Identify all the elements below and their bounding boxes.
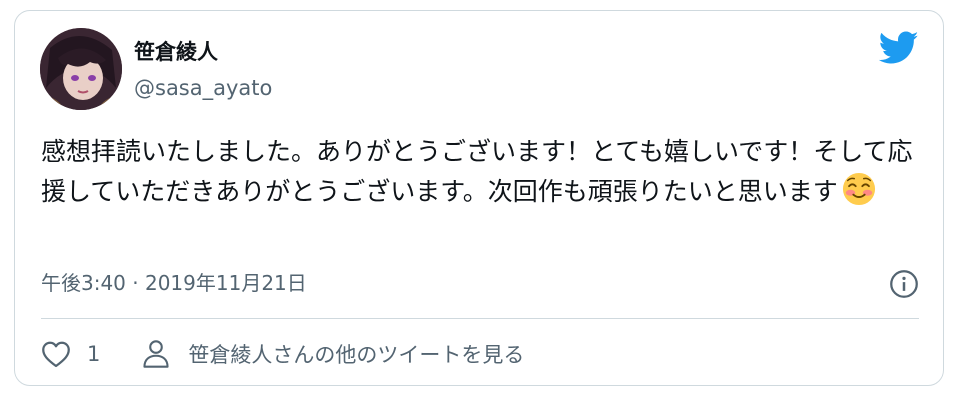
author-handle[interactable]: @sasa_ayato xyxy=(134,75,272,101)
person-icon xyxy=(143,340,169,368)
tweet-body: 感想拝読いたしました。ありがとうございます！とても嬉しいです！そして応援していた… xyxy=(41,137,913,206)
tweet-embed-card[interactable]: 笹倉綾人 @sasa_ayato 感想拝読いたしました。ありがとうございます！と… xyxy=(14,10,944,386)
divider xyxy=(41,318,919,319)
view-more-tweets-link[interactable]: 笹倉綾人さんの他のツイートを見る xyxy=(142,339,524,369)
view-more-tweets-label: 笹倉綾人さんの他のツイートを見る xyxy=(188,343,525,367)
author-name[interactable]: 笹倉綾人 xyxy=(134,39,218,65)
like-count[interactable]: 1 xyxy=(87,342,100,366)
avatar[interactable] xyxy=(40,28,122,110)
tweet-timestamp[interactable]: 午後3:40 · 2019年11月21日 xyxy=(41,271,307,295)
tweet-actions: 1 笹倉綾人さんの他のツイートを見る xyxy=(41,337,524,371)
heart-icon[interactable] xyxy=(41,339,71,369)
info-icon[interactable] xyxy=(889,269,919,299)
tweet-text: 感想拝読いたしました。ありがとうございます！とても嬉しいです！そして応援していた… xyxy=(41,132,921,212)
twitter-bird-icon[interactable] xyxy=(879,31,919,65)
blush-emoji xyxy=(842,172,875,206)
